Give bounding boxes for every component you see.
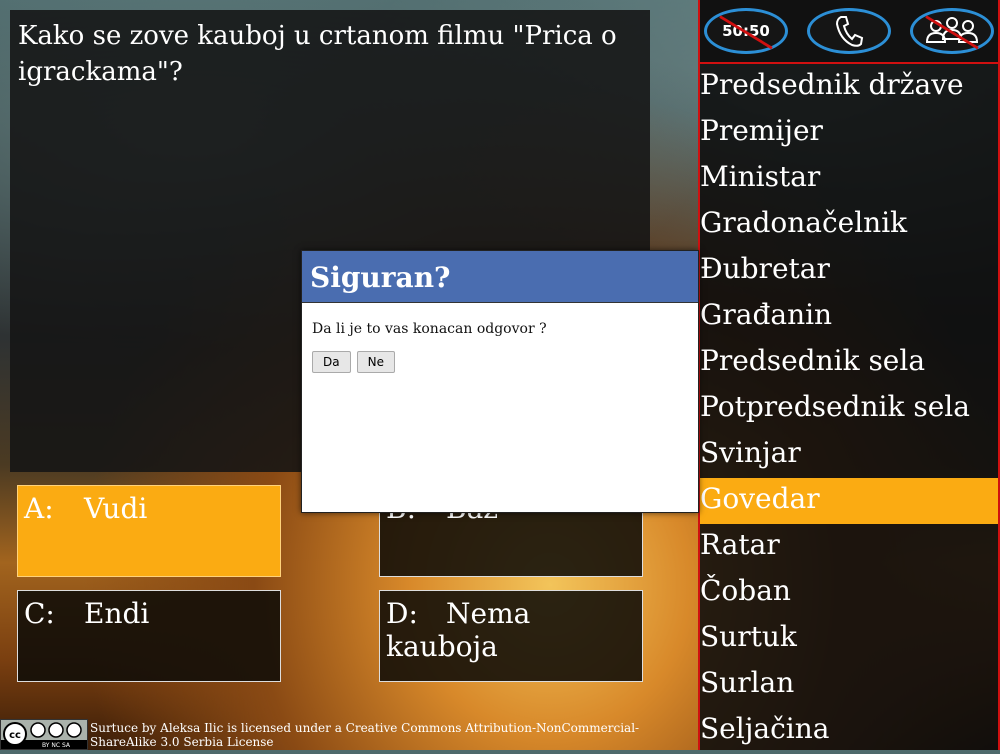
dialog-message: Da li je to vas konacan odgovor ?	[312, 321, 547, 337]
answer-text: Endi	[84, 597, 150, 630]
answer-c-button[interactable]: C: Endi	[17, 590, 281, 682]
cc-badge-text: BY NC SA	[42, 742, 71, 749]
cc-license-badge[interactable]: cc BY NC SA	[0, 719, 88, 750]
creative-commons-icon: cc BY NC SA	[1, 720, 87, 749]
ladder-item: Predsednik države	[700, 68, 964, 101]
answer-text: Vudi	[84, 492, 148, 525]
lifelines-bar: 50:50	[700, 0, 998, 64]
answer-letter: C:	[24, 597, 55, 630]
ladder-item: Gradonačelnik	[700, 206, 908, 239]
answer-d-button[interactable]: D: Nema kauboja	[379, 590, 643, 682]
ladder-item: Seljačina	[700, 712, 830, 745]
audience-lifeline-button[interactable]	[910, 8, 994, 54]
phone-lifeline-button[interactable]	[807, 8, 891, 54]
question-text: Kako se zove kauboj u crtanom filmu "Pri…	[18, 21, 617, 87]
fifty-fifty-lifeline-button[interactable]: 50:50	[704, 8, 788, 54]
footer: cc BY NC SA Surtuce by Aleksa Ilic is li…	[0, 717, 700, 750]
ladder-item: Surtuk	[700, 620, 797, 653]
ladder-item: Surlan	[700, 666, 795, 699]
ladder-item: Đubretar	[700, 252, 830, 285]
answer-letter: A:	[24, 492, 54, 525]
confirm-dialog: Siguran? Da li je to vas konacan odgovor…	[301, 250, 699, 513]
ladder-item: Predsednik sela	[700, 344, 926, 377]
ladder-item: Ministar	[700, 160, 821, 193]
ladder-item: Čoban	[700, 574, 791, 607]
answer-letter: D:	[386, 597, 418, 630]
answer-a-button[interactable]: A: Vudi	[17, 485, 281, 577]
ladder-item: Svinjar	[700, 436, 801, 469]
yes-button[interactable]: Da	[312, 351, 351, 373]
dialog-buttons: Da Ne	[302, 351, 698, 373]
ladder-item: Ratar	[700, 528, 780, 561]
ladder-item: Potpredsednik sela	[700, 390, 970, 423]
license-text: Surtuce by Aleksa Ilic is licensed under…	[90, 721, 640, 749]
ladder-item: Premijer	[700, 114, 823, 147]
svg-text:cc: cc	[9, 730, 21, 741]
money-ladder-panel: 50:50 Predsednik države Premijer Minista…	[698, 0, 1000, 750]
dialog-title: Siguran?	[302, 251, 698, 303]
ladder-item: Građanin	[700, 298, 833, 331]
prize-ladder: Predsednik države Premijer Ministar Grad…	[700, 64, 998, 754]
ladder-item-current: Govedar	[700, 478, 998, 524]
phone-icon	[835, 16, 864, 47]
no-button[interactable]: Ne	[356, 351, 395, 373]
used-cross-icon	[925, 15, 979, 50]
used-cross-icon	[719, 15, 773, 50]
